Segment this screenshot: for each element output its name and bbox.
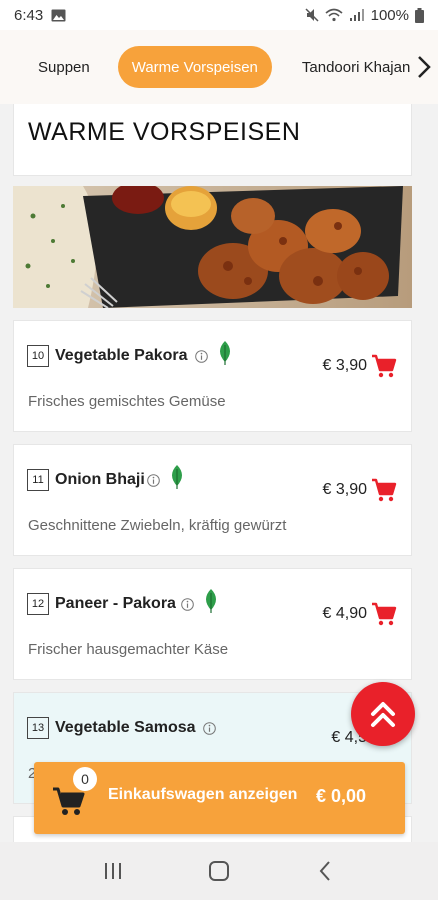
tab-warme-vorspeisen[interactable]: Warme Vorspeisen — [117, 46, 272, 88]
leaf-icon — [220, 341, 230, 365]
scroll-to-top-button[interactable] — [351, 682, 415, 746]
back-button[interactable] — [305, 851, 345, 891]
info-icon[interactable] — [203, 722, 216, 735]
chevron-right-icon — [418, 56, 431, 78]
signal-icon — [349, 9, 364, 21]
double-chevron-up-icon — [371, 702, 395, 727]
wifi-icon — [325, 8, 343, 22]
cart-icon[interactable] — [371, 354, 397, 378]
status-bar: 6:43 100% — [0, 0, 438, 30]
dish-name: Paneer - Pakora — [55, 595, 176, 612]
dish-number: 12 — [27, 593, 49, 615]
dish-description: Geschnittene Zwiebeln, kräftig gewürzt — [28, 517, 287, 534]
back-icon — [319, 861, 330, 881]
cart-count-badge: 0 — [73, 767, 97, 791]
dish-card[interactable]: 10 Vegetable Pakora € 3,90 Frisches gemi… — [13, 320, 412, 432]
info-icon[interactable] — [147, 474, 160, 487]
cart-icon[interactable] — [371, 478, 397, 502]
cart-icon[interactable] — [371, 602, 397, 626]
dish-card[interactable]: 11 Onion Bhaji € 3,90 Geschnittene Zwieb… — [13, 444, 412, 556]
section-title: WARME VORSPEISEN — [28, 118, 301, 146]
recents-button[interactable] — [93, 851, 133, 891]
home-icon — [209, 861, 229, 881]
info-icon[interactable] — [195, 350, 208, 363]
gallery-icon — [51, 9, 66, 21]
battery-icon — [415, 7, 424, 23]
dish-number: 11 — [27, 469, 49, 491]
info-icon[interactable] — [181, 598, 194, 611]
dish-price: € 3,90 — [322, 481, 367, 498]
dish-price: € 3,90 — [322, 357, 367, 374]
tab-tandoori-khajan[interactable]: Tandoori Khajan — [290, 46, 422, 88]
section-title-card: WARME VORSPEISEN — [13, 104, 412, 176]
system-nav-bar — [0, 842, 438, 900]
status-time: 6:43 — [14, 6, 44, 24]
dish-number: 10 — [27, 345, 49, 367]
battery-level: 100% — [370, 6, 409, 24]
dish-description: Frischer hausgemachter Käse — [28, 641, 229, 658]
cart-total: € 0,00 — [316, 786, 367, 806]
dish-name: Vegetable Samosa — [55, 719, 196, 736]
dish-description: Frisches gemischtes Gemüse — [28, 393, 226, 410]
category-tabs: Suppen Warme Vorspeisen Tandoori Khajan — [0, 30, 438, 104]
tab-suppen[interactable]: Suppen — [26, 46, 102, 88]
section-hero-image — [13, 186, 412, 308]
cart-label: Einkaufswagen anzeigen — [108, 786, 298, 803]
tabs-scroll-right-button[interactable] — [410, 42, 438, 92]
dish-name: Vegetable Pakora — [55, 347, 188, 364]
dish-card[interactable]: 12 Paneer - Pakora € 4,90 Frischer hausg… — [13, 568, 412, 680]
leaf-icon — [206, 589, 216, 613]
recents-icon — [105, 863, 121, 879]
home-button[interactable] — [199, 851, 239, 891]
dish-number: 13 — [27, 717, 49, 739]
mute-icon — [305, 8, 319, 22]
dish-price: € 4,90 — [322, 605, 367, 622]
dish-name: Onion Bhaji — [55, 471, 145, 488]
leaf-icon — [172, 465, 182, 489]
